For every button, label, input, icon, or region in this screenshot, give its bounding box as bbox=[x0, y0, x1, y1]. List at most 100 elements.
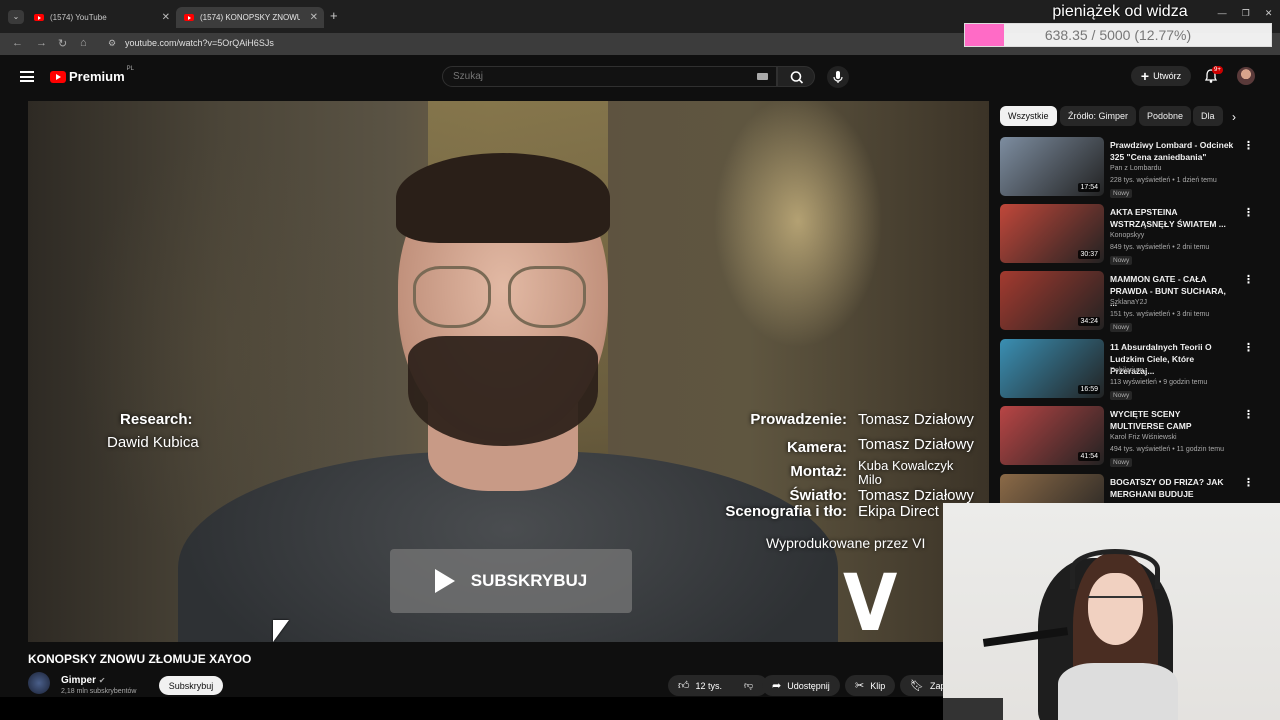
glasses-left-lens bbox=[413, 266, 491, 328]
chevron-right-icon[interactable]: › bbox=[1232, 110, 1236, 124]
clip-label: Klip bbox=[870, 680, 886, 691]
thumbs-down-icon[interactable]: 👎︎ bbox=[744, 680, 753, 691]
video-thumbnail[interactable]: 34:24 bbox=[1000, 271, 1104, 330]
production-v-logo: V bbox=[843, 559, 898, 642]
recommendation-channel[interactable]: SzklanaY2J bbox=[1110, 299, 1147, 306]
voice-search-button[interactable] bbox=[827, 66, 849, 88]
credit-role: Prowadzenie: bbox=[750, 411, 847, 428]
video-player[interactable]: Research: Dawid Kubica Prowadzenie: Toma… bbox=[28, 101, 989, 642]
recommendation-item[interactable]: 16:59 11 Absurdalnych Teorii O Ludzkim Ci… bbox=[1000, 339, 1254, 401]
video-thumbnail[interactable]: 41:54 bbox=[1000, 406, 1104, 465]
donation-progress-bar: 638.35 / 5000 (12.77%) bbox=[964, 23, 1272, 47]
window-controls: — ❐ ✕ bbox=[1210, 8, 1280, 19]
credit-name: Tomasz Działowy bbox=[858, 411, 974, 428]
forward-icon[interactable]: → bbox=[36, 37, 47, 49]
credit-role: Światło: bbox=[789, 487, 847, 504]
youtube-favicon-icon bbox=[184, 14, 194, 21]
credit-research-label: Research: bbox=[120, 411, 193, 428]
tab-list-button[interactable]: ⌄ bbox=[8, 10, 24, 24]
url-field[interactable]: youtube.com/watch?v=5OrQAiH6SJs bbox=[125, 38, 274, 48]
thumbs-up-icon[interactable]: 👍︎ bbox=[678, 679, 690, 692]
new-tab-button[interactable]: + bbox=[330, 8, 338, 23]
create-button[interactable]: + Utwórz bbox=[1131, 66, 1191, 86]
share-button[interactable]: ➦ Udostępnij bbox=[762, 675, 840, 696]
filter-chips: Wszystkie Źródło: Gimper Podobne Dla bbox=[1000, 106, 1245, 127]
like-dislike-group: 👍︎ 12 tys. 👎︎ bbox=[668, 675, 768, 696]
youtube-favicon-icon bbox=[34, 14, 44, 21]
more-options-icon[interactable]: ⋮ bbox=[1243, 273, 1254, 286]
channel-subscriber-count: 2,18 mln subskrybentów bbox=[61, 688, 137, 695]
maximize-icon[interactable]: ❐ bbox=[1242, 8, 1250, 19]
more-options-icon[interactable]: ⋮ bbox=[1243, 206, 1254, 219]
mouse-cursor-icon bbox=[273, 620, 289, 642]
more-options-icon[interactable]: ⋮ bbox=[1243, 476, 1254, 489]
more-options-icon[interactable]: ⋮ bbox=[1243, 408, 1254, 421]
subscribe-overlay-label: SUBSKRYBUJ bbox=[470, 571, 588, 590]
recommendation-channel[interactable]: Konopskyy bbox=[1110, 232, 1144, 239]
donation-title: pieniążek od widza bbox=[1052, 3, 1188, 20]
channel-avatar[interactable] bbox=[28, 672, 50, 694]
home-icon[interactable]: ⌂ bbox=[80, 37, 87, 49]
more-options-icon[interactable]: ⋮ bbox=[1243, 341, 1254, 354]
credit-name: Ekipa Direct bbox=[858, 503, 939, 520]
recommendation-title[interactable]: WYCIĘTE SCENY MULTIVERSE CAMP bbox=[1110, 408, 1235, 432]
user-avatar[interactable] bbox=[1237, 67, 1255, 85]
video-duration: 30:37 bbox=[1078, 250, 1100, 259]
recommendation-channel[interactable]: Pan z Lombardu bbox=[1110, 165, 1161, 172]
credit-role: Montaż: bbox=[790, 463, 847, 480]
recommendation-title[interactable]: Prawdziwy Lombard - Odcinek 325 "Cena za… bbox=[1110, 139, 1235, 163]
channel-name[interactable]: Gimper ✔ bbox=[61, 675, 106, 686]
search-button[interactable] bbox=[777, 66, 815, 87]
minimize-icon[interactable]: — bbox=[1218, 8, 1227, 19]
play-icon bbox=[434, 569, 455, 593]
like-count[interactable]: 12 tys. bbox=[696, 681, 723, 691]
back-icon[interactable]: ← bbox=[12, 37, 23, 49]
video-thumbnail[interactable]: 17:54 bbox=[1000, 137, 1104, 196]
desk bbox=[943, 698, 1003, 720]
recommendation-item[interactable]: 34:24 MAMMON GATE - CAŁA PRAWDA - BUNT SU… bbox=[1000, 271, 1254, 333]
close-window-icon[interactable]: ✕ bbox=[1265, 8, 1273, 19]
keyboard-icon[interactable] bbox=[757, 73, 768, 80]
search-input[interactable] bbox=[453, 71, 733, 82]
recommendation-item[interactable]: 41:54 WYCIĘTE SCENY MULTIVERSE CAMP Karol … bbox=[1000, 406, 1254, 468]
credit-name: Milo bbox=[858, 472, 882, 487]
recommendation-item[interactable]: 17:54 Prawdziwy Lombard - Odcinek 325 "Ce… bbox=[1000, 137, 1254, 199]
search-box[interactable] bbox=[442, 66, 777, 87]
new-badge: Nowy bbox=[1110, 189, 1133, 198]
recommendation-meta: 113 wyświetleń • 9 godzin temu bbox=[1110, 379, 1208, 386]
chip-similar[interactable]: Podobne bbox=[1139, 106, 1192, 126]
recommendation-meta: 849 tys. wyświetleń • 2 dni temu bbox=[1110, 244, 1210, 251]
youtube-logo[interactable]: Premium PL bbox=[50, 66, 134, 84]
tab-label: (1574) YouTube bbox=[50, 13, 107, 22]
recommendation-item[interactable]: 30:37 AKTA EPSTEINA WSTRZĄSNĘŁY ŚWIATEM .… bbox=[1000, 204, 1254, 266]
donation-progress-text: 638.35 / 5000 (12.77%) bbox=[1044, 27, 1192, 43]
hamburger-menu-icon[interactable] bbox=[20, 71, 34, 82]
chip-source[interactable]: Źródło: Gimper bbox=[1060, 106, 1137, 126]
close-tab-icon[interactable]: ✕ bbox=[310, 12, 318, 23]
video-thumbnail[interactable]: 16:59 bbox=[1000, 339, 1104, 398]
scissors-icon: ✂ bbox=[855, 680, 865, 692]
subscribe-button[interactable]: Subskrybuj bbox=[159, 676, 223, 695]
browser-tab-youtube[interactable]: (1574) YouTube ✕ bbox=[26, 7, 176, 28]
browser-tab-video[interactable]: (1574) KONOPSKY ZNOWU ZŁ... ✕ bbox=[176, 7, 324, 28]
recommendation-channel[interactable]: Karol Friz Wiśniewski bbox=[1110, 434, 1177, 441]
chip-all[interactable]: Wszystkie bbox=[1000, 106, 1057, 126]
credit-role: Scenografia i tło: bbox=[725, 503, 847, 520]
recommendation-channel[interactable]: Debilarium bbox=[1110, 367, 1143, 374]
clip-button[interactable]: ✂ Klip bbox=[845, 675, 896, 696]
credit-name: Tomasz Działowy bbox=[858, 487, 974, 504]
chip-for-you[interactable]: Dla bbox=[1193, 106, 1223, 126]
reload-icon[interactable]: ↻ bbox=[58, 37, 67, 50]
video-thumbnail[interactable]: 30:37 bbox=[1000, 204, 1104, 263]
video-duration: 16:59 bbox=[1078, 385, 1100, 394]
recommendation-title[interactable]: AKTA EPSTEINA WSTRZĄSNĘŁY ŚWIATEM ... bbox=[1110, 206, 1235, 230]
new-badge: Nowy bbox=[1110, 458, 1133, 467]
more-options-icon[interactable]: ⋮ bbox=[1243, 139, 1254, 152]
credit-name: Tomasz Działowy bbox=[858, 436, 974, 453]
close-tab-icon[interactable]: ✕ bbox=[162, 12, 170, 23]
site-info-icon[interactable]: ⚙ bbox=[108, 38, 118, 48]
tab-label: (1574) KONOPSKY ZNOWU ZŁ... bbox=[200, 13, 300, 22]
streamer-glasses bbox=[1088, 596, 1144, 611]
subscribe-overlay-button[interactable]: SUBSKRYBUJ bbox=[390, 549, 632, 613]
streamer-webcam bbox=[943, 503, 1280, 720]
